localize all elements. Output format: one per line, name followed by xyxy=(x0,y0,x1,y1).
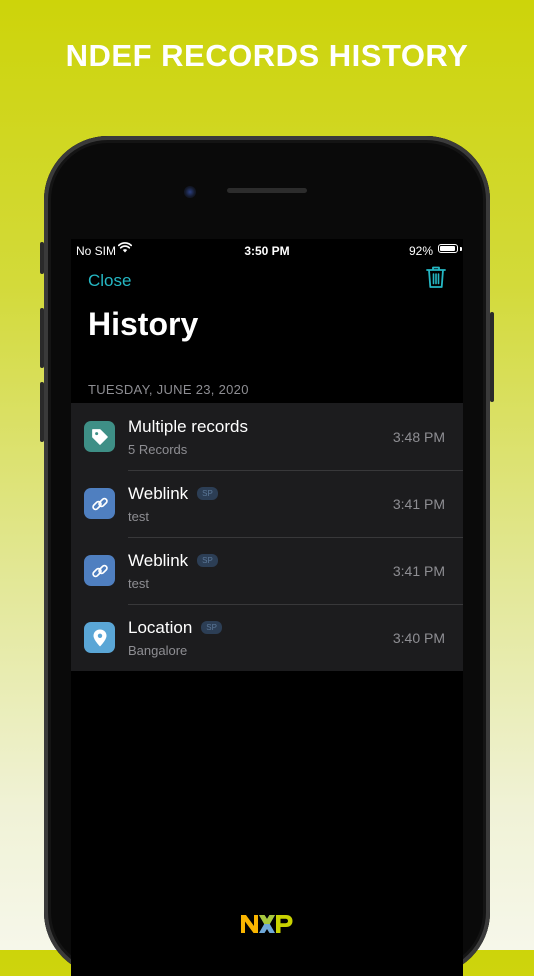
row-title: Weblink xyxy=(128,551,189,570)
sp-badge: SP xyxy=(197,487,218,500)
row-title-group: Weblink SP xyxy=(128,551,218,571)
tag-icon xyxy=(84,421,115,452)
phone-frame: No SIM 3:50 PM 92% Close History TUESDAY… xyxy=(40,136,494,976)
link-icon xyxy=(84,488,115,519)
history-row-weblink[interactable]: Weblink SP test 3:41 PM xyxy=(71,537,463,604)
volume-down-button xyxy=(40,382,44,442)
row-title: Weblink xyxy=(128,484,189,503)
row-time: 3:40 PM xyxy=(392,630,445,646)
history-list: Multiple records 5 Records 3:48 PM Webli… xyxy=(71,403,463,671)
sp-badge: SP xyxy=(201,621,222,634)
battery-level-fill xyxy=(440,246,455,251)
page-title: History xyxy=(88,306,199,342)
row-title: Multiple records xyxy=(128,417,248,436)
battery-icon xyxy=(438,244,458,253)
row-time: 3:41 PM xyxy=(392,496,445,512)
nxp-logo xyxy=(71,913,463,940)
link-icon xyxy=(84,555,115,586)
volume-up-button xyxy=(40,308,44,368)
row-subtitle: 5 Records xyxy=(128,442,188,457)
row-title-group: Weblink SP xyxy=(128,484,218,504)
app-screen: No SIM 3:50 PM 92% Close History TUESDAY… xyxy=(71,239,463,976)
trash-icon[interactable] xyxy=(425,265,447,289)
nxp-logo-mark xyxy=(241,915,293,933)
history-row-multiple-records[interactable]: Multiple records 5 Records 3:48 PM xyxy=(71,403,463,470)
promo-headline: NDEF RECORDS HISTORY xyxy=(65,38,469,73)
row-subtitle: test xyxy=(128,509,149,524)
mute-switch xyxy=(40,242,44,274)
front-camera xyxy=(184,186,196,198)
close-button[interactable]: Close xyxy=(88,271,131,291)
date-section-header: TUESDAY, JUNE 23, 2020 xyxy=(88,382,249,397)
row-title-group: Location SP xyxy=(128,618,222,638)
row-time: 3:48 PM xyxy=(392,429,445,445)
row-subtitle: Bangalore xyxy=(128,643,188,658)
battery-nub xyxy=(460,247,462,251)
location-pin-icon xyxy=(84,622,115,653)
status-time: 3:50 PM xyxy=(244,244,290,258)
history-row-location[interactable]: Location SP Bangalore 3:40 PM xyxy=(71,604,463,671)
battery-percentage: 92% xyxy=(408,244,433,258)
row-title: Location xyxy=(128,618,193,637)
status-bar: No SIM 3:50 PM 92% xyxy=(71,239,463,259)
row-subtitle: test xyxy=(128,576,149,591)
sp-badge: SP xyxy=(197,554,218,567)
power-button xyxy=(490,312,494,402)
row-time: 3:41 PM xyxy=(392,563,445,579)
earpiece-speaker xyxy=(227,188,307,193)
history-row-weblink[interactable]: Weblink SP test 3:41 PM xyxy=(71,470,463,537)
